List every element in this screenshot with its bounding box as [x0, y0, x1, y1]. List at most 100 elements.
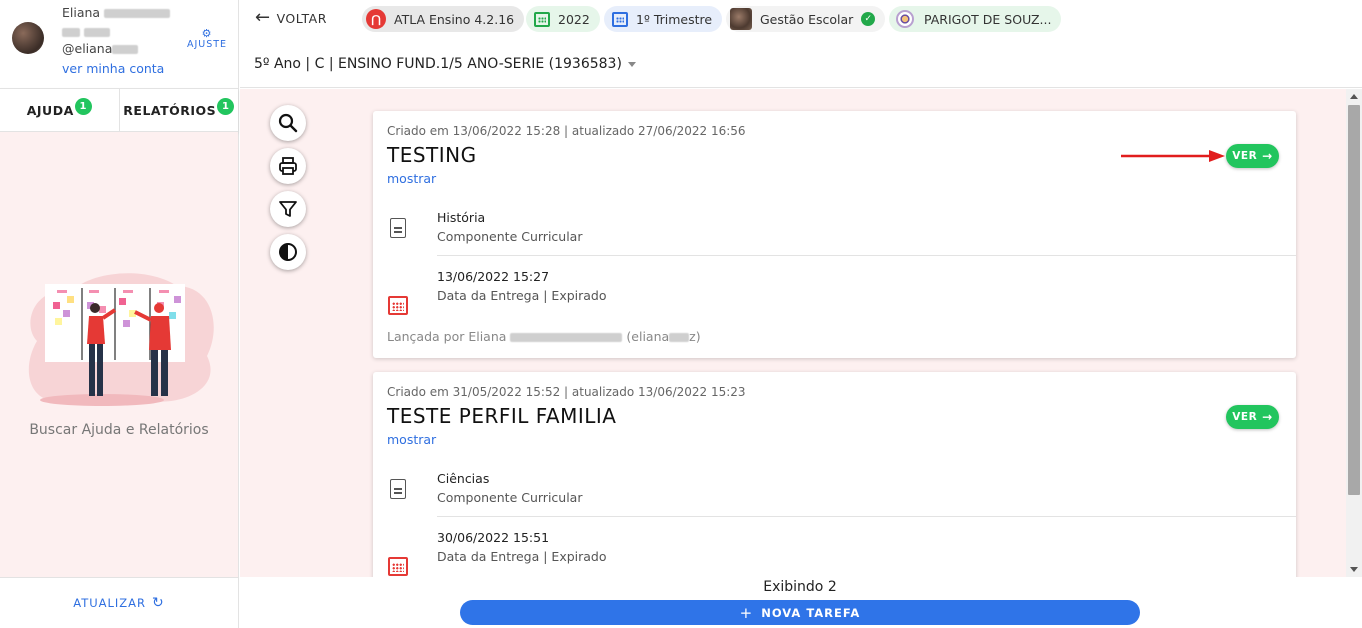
task-list-area: Criado em 13/06/2022 15:28 | atualizado … — [240, 89, 1346, 577]
sidebar-tabs: AJUDA 1 RELATÓRIOS 1 — [0, 88, 238, 132]
document-icon — [390, 479, 406, 499]
view-label: VER — [1232, 411, 1258, 423]
task-meta: Criado em 31/05/2022 15:52 | atualizado … — [387, 385, 746, 399]
class-selector-label: 5º Ano | C | ENSINO FUND.1/5 ANO-SERIE (… — [254, 56, 622, 72]
period-chip-label: 1º Trimestre — [636, 11, 713, 27]
subject-name: Ciências — [437, 471, 490, 486]
search-button[interactable] — [270, 105, 306, 141]
calendar-icon — [388, 557, 408, 576]
help-illustration — [28, 273, 214, 406]
refresh-label: ATUALIZAR — [73, 596, 147, 610]
year-chip[interactable]: 2022 — [526, 6, 600, 32]
module-chip[interactable]: Gestão Escolar ✓ — [726, 6, 886, 32]
school-chip-label: PARIGOT DE SOUZ... — [924, 11, 1052, 27]
module-chip-label: Gestão Escolar — [760, 11, 854, 27]
view-task-button[interactable]: VER → — [1226, 405, 1279, 429]
redacted-surname — [104, 9, 171, 18]
scroll-thumb[interactable] — [1348, 105, 1360, 495]
subject-caption: Componente Curricular — [437, 229, 583, 244]
school-seal-icon — [896, 10, 914, 28]
task-meta: Criado em 13/06/2022 15:28 | atualizado … — [387, 124, 746, 138]
show-more-link[interactable]: mostrar — [387, 171, 436, 186]
task-card: Criado em 31/05/2022 15:52 | atualizado … — [373, 372, 1296, 577]
new-task-button[interactable]: + NOVA TAREFA — [460, 600, 1140, 625]
due-caption: Data da Entrega | Expirado — [437, 288, 607, 303]
avatar[interactable] — [12, 22, 44, 54]
school-chip[interactable]: PARIGOT DE SOUZ... — [889, 6, 1062, 32]
calendar-icon — [534, 11, 550, 27]
tab-label: AJUDA — [26, 102, 74, 118]
subject-caption: Componente Curricular — [437, 490, 583, 505]
scroll-down-icon[interactable] — [1350, 567, 1358, 572]
user-handle: @eliana — [62, 41, 139, 56]
show-more-link[interactable]: mostrar — [387, 432, 436, 447]
due-caption: Data da Entrega | Expirado — [437, 549, 607, 564]
posted-by-close: z) — [689, 329, 701, 344]
year-chip-label: 2022 — [558, 11, 590, 27]
new-task-label: NOVA TAREFA — [761, 605, 861, 620]
view-task-button[interactable]: VER → — [1226, 144, 1279, 168]
tab-ajuda[interactable]: AJUDA 1 — [0, 89, 119, 131]
period-chip[interactable]: 1º Trimestre — [604, 6, 723, 32]
atla-logo-icon: ⋂ — [366, 9, 386, 29]
back-label: VOLTAR — [276, 10, 327, 26]
contrast-icon — [279, 243, 297, 261]
scrollbar[interactable] — [1346, 89, 1362, 577]
task-title: TESTING — [387, 143, 477, 167]
settings-button[interactable]: ⚙ AJUSTE — [183, 28, 231, 50]
posted-by-text: Lançada por Eliana — [387, 329, 507, 344]
due-date: 13/06/2022 15:27 — [437, 269, 550, 284]
settings-label: AJUSTE — [186, 39, 228, 50]
refresh-button[interactable]: ATUALIZAR ↻ — [0, 577, 238, 628]
check-icon: ✓ — [861, 12, 876, 26]
caret-down-icon — [627, 61, 636, 67]
calendar-icon — [612, 11, 628, 27]
system-chip[interactable]: ⋂ ATLA Ensino 4.2.16 — [362, 6, 525, 32]
result-count: Exibindo 2 — [763, 579, 837, 595]
module-avatar — [730, 8, 752, 30]
count-badge: 1 — [217, 97, 235, 115]
tab-relatorios[interactable]: RELATÓRIOS 1 — [118, 89, 239, 131]
help-panel: Buscar Ajuda e Relatórios — [0, 132, 238, 577]
subject-name: História — [437, 210, 486, 225]
scroll-up-icon[interactable] — [1350, 94, 1358, 99]
system-chip-label: ATLA Ensino 4.2.16 — [394, 11, 515, 27]
contrast-button[interactable] — [270, 234, 306, 270]
divider — [437, 255, 1296, 256]
top-bar: ← VOLTAR ⋂ ATLA Ensino 4.2.16 2022 1º Tr… — [240, 0, 1362, 88]
posted-by: Lançada por Eliana (eliana z) — [387, 329, 701, 344]
class-selector[interactable]: 5º Ano | C | ENSINO FUND.1/5 ANO-SERIE (… — [254, 56, 636, 72]
arrow-right-icon: → — [1262, 410, 1273, 424]
print-icon — [279, 157, 297, 175]
tab-label: RELATÓRIOS — [123, 102, 217, 118]
filter-icon — [279, 201, 297, 217]
user-handle-text: @eliana — [62, 41, 113, 56]
divider — [437, 516, 1296, 517]
bottom-bar: Exibindo 2 + NOVA TAREFA — [240, 577, 1362, 628]
posted-by-handle: (eliana — [626, 329, 670, 344]
view-label: VER — [1232, 150, 1258, 162]
sidebar: Eliana @eliana ver minha conta ⚙ AJUSTE … — [0, 0, 239, 628]
due-date: 30/06/2022 15:51 — [437, 530, 550, 545]
redacted-line — [62, 25, 111, 40]
arrow-right-icon: → — [1262, 149, 1273, 163]
user-first-name: Eliana — [62, 5, 101, 20]
filter-button[interactable] — [270, 191, 306, 227]
account-link[interactable]: ver minha conta — [62, 61, 164, 76]
print-button[interactable] — [270, 148, 306, 184]
task-title: TESTE PERFIL FAMILIA — [387, 404, 617, 428]
gear-icon: ⚙ — [201, 27, 213, 40]
annotation-arrow — [1121, 150, 1225, 162]
arrow-left-icon: ← — [255, 7, 271, 28]
calendar-icon — [388, 296, 408, 315]
user-panel: Eliana @eliana ver minha conta ⚙ AJUSTE — [0, 0, 238, 88]
back-button[interactable]: ← VOLTAR — [255, 9, 327, 27]
refresh-icon: ↻ — [152, 595, 165, 611]
task-card: Criado em 13/06/2022 15:28 | atualizado … — [373, 111, 1296, 358]
count-badge: 1 — [74, 97, 92, 115]
plus-icon: + — [739, 603, 754, 622]
document-icon — [390, 218, 406, 238]
search-icon — [278, 113, 298, 133]
help-caption: Buscar Ajuda e Relatórios — [29, 422, 209, 438]
user-name: Eliana — [62, 5, 171, 20]
